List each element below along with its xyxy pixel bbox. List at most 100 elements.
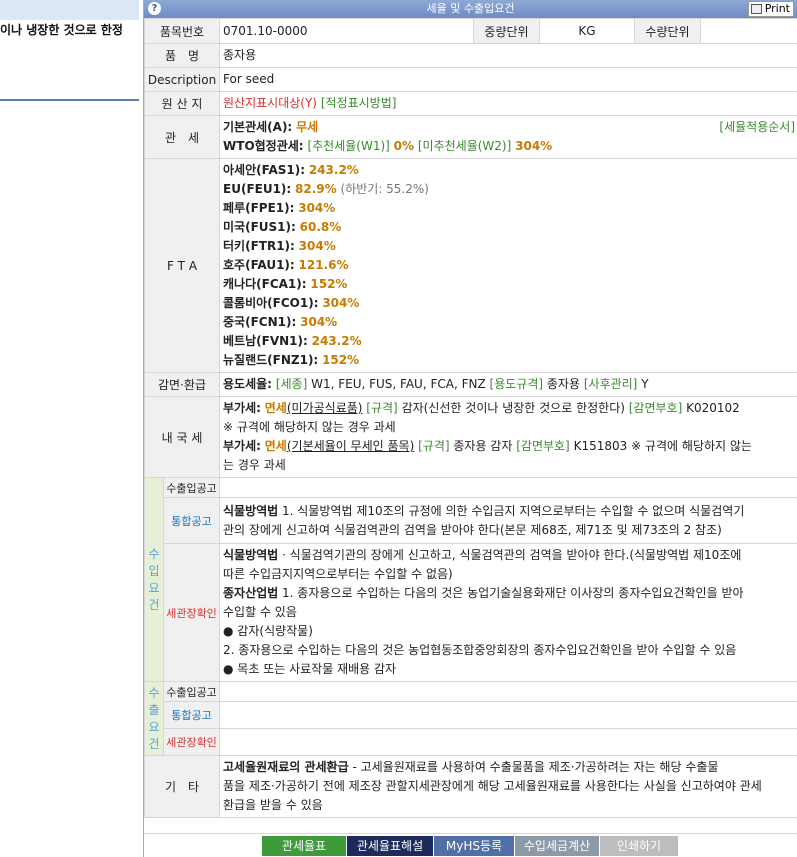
qty-unit-value xyxy=(700,18,797,44)
fta-item: 캐나다(FCA1): 152% xyxy=(223,277,348,291)
post-management-value: Y xyxy=(641,377,649,391)
window-title: 세율 및 수출입요건 xyxy=(426,2,515,15)
vat2-value: 면세 xyxy=(264,439,287,453)
fta-item: 베트남(FVN1): 243.2% xyxy=(223,334,362,348)
origin-method-link[interactable]: [적정표시방법] xyxy=(321,96,397,110)
fta-item: 터키(FTR1): 304% xyxy=(223,239,336,253)
vat2-note-b: 는 경우 과세 xyxy=(223,458,286,472)
import-requirements-side-label: 수 입 요 건 xyxy=(144,477,164,682)
qty-unit-label: 수량단위 xyxy=(634,18,702,44)
background-text: 이나 냉장한 것으로 한정 xyxy=(0,23,123,37)
vat1-spec-label: [규격] xyxy=(366,401,398,415)
window-titlebar: ? 세율 및 수출입요건 Print xyxy=(144,0,797,18)
integrated-text-b: 관의 장에게 신고하여 식물검역관의 검역을 받아야 한다(본문 제68조, 제… xyxy=(223,522,722,537)
c2-bullet-1: ● 감자(식량작물) xyxy=(223,624,313,638)
export-customs-confirmation-label[interactable]: 세관장확인 xyxy=(162,728,221,756)
vat1-note: ※ 규격에 해당하지 않는 경우 과세 xyxy=(223,420,396,434)
plant-protection-act-title: 식물방역법 xyxy=(223,503,279,518)
tariff-order-link[interactable]: [세율적용순서] xyxy=(719,118,795,137)
etc-title: 고세율원재료의 관세환급 xyxy=(223,760,349,774)
tariff-cell: 기본관세(A): 무세 [세율적용순서] WTO협정관세: [추천세율(W1)]… xyxy=(219,115,797,159)
wto-w1-label: [추천세율(W1)] xyxy=(307,139,390,153)
fta-item: 미국(FUS1): 60.8% xyxy=(223,220,342,234)
export-integrated-notice-label[interactable]: 통합공고 xyxy=(162,701,221,729)
origin-value: 원산지표시대상(Y) xyxy=(223,96,317,110)
vat2-code-label: [감면부호] xyxy=(516,439,570,453)
background-panel: 이나 냉장한 것으로 한정 xyxy=(0,0,139,857)
vat1-code: K020102 xyxy=(686,401,740,415)
description-label: Description xyxy=(143,67,221,92)
domestic-tax-cell: 부가세: 면세(미가공식료품) [규격] 감자(신선한 것이나 냉장한 것으로 … xyxy=(219,396,797,478)
print-button[interactable]: Print xyxy=(747,1,794,17)
fta-item: 호주(FAU1): 121.6% xyxy=(223,258,349,272)
tariff-table-button[interactable]: 관세율표 xyxy=(262,836,346,856)
origin-cell: 원산지표시대상(Y) [적정표시방법] xyxy=(219,91,797,116)
c1-text-b: 따른 수입금지지역으로부터는 수입할 수 없음) xyxy=(223,567,453,581)
import-customs-confirmation-cell: 식물방역법 · 식물검역기관의 장에게 신고하고, 식물검역관의 검역을 받아야… xyxy=(219,543,797,682)
help-icon[interactable]: ? xyxy=(148,2,161,15)
tariff-info-table: 품목번호 0701.10-0000 중량단위 KG 수량단위 품 명 종자용 D… xyxy=(143,18,797,818)
myhs-register-button[interactable]: MyHS등록 xyxy=(434,836,514,856)
etc-cell: 고세율원재료의 관세환급 - 고세율원재료를 사용하여 수출물품을 제조·가공하… xyxy=(219,755,797,818)
weight-unit-label: 중량단위 xyxy=(473,18,541,44)
import-notice-label: 수출입공고 xyxy=(162,477,221,498)
fta-item: 페루(FPE1): 304% xyxy=(223,201,336,215)
rate-type-label: [세종] xyxy=(275,377,308,391)
basic-tariff-value: 무세 xyxy=(296,120,319,134)
product-code: 0701.10-0000 xyxy=(219,18,475,44)
fta-item: 콜롬비아(FCO1): 304% xyxy=(223,296,360,310)
etc-text-b: 품을 제조·가공하기 전에 제조장 관할지세관장에게 해당 고세율원재료를 사용… xyxy=(223,779,762,793)
etc-text-c: 환급을 받을 수 있음 xyxy=(223,798,323,812)
export-customs-confirmation-value xyxy=(219,728,797,756)
fta-item: 아세안(FAS1): 243.2% xyxy=(223,163,359,177)
wto-w2-label: [미추천세율(W2)] xyxy=(417,139,512,153)
basic-tariff-label: 기본관세(A): xyxy=(223,120,293,134)
import-integrated-notice-label[interactable]: 통합공고 xyxy=(162,497,221,544)
fta-item: EU(FEU1): 82.9% (하반기: 55.2%) xyxy=(223,182,429,196)
rate-type-value: W1, FEU, FUS, FAU, FCA, FNZ xyxy=(311,377,486,391)
vat1-label: 부가세: xyxy=(223,401,261,415)
code-label: 품목번호 xyxy=(143,18,221,44)
usage-rate-label: 용도세율: xyxy=(223,377,272,391)
export-integrated-notice-value xyxy=(219,701,797,729)
c1-text-a: · 식물검역기관의 장에게 신고하고, 식물검역관의 검역을 받아야 한다.(식… xyxy=(282,548,742,562)
export-notice-label: 수출입공고 xyxy=(162,681,221,702)
c2-bullet-2: ● 목초 또는 사료작물 재배용 감자 xyxy=(223,662,397,676)
import-tax-calc-button[interactable]: 수입세금계산 xyxy=(515,836,599,856)
c1-title: 식물방역법 xyxy=(223,548,279,562)
background-divider xyxy=(0,99,139,101)
vat2-note-a: ※ 규격에 해당하지 않는 xyxy=(631,439,752,453)
vat2-spec-label: [규격] xyxy=(418,439,450,453)
print-page-button[interactable]: 인쇄하기 xyxy=(600,836,678,856)
fta-label: F T A xyxy=(143,158,221,373)
import-integrated-notice-cell: 식물방역법 1. 식물방역법 제10조의 규정에 의한 수입금지 지역으로부터는… xyxy=(219,497,797,544)
vat2-link[interactable]: (기본세율이 무세인 품목) xyxy=(287,439,414,453)
vat1-link[interactable]: (미가공식료품) xyxy=(287,401,363,415)
post-management-label: [사후관리] xyxy=(583,377,638,391)
background-header-strip xyxy=(0,0,139,20)
reduction-cell: 용도세율: [세종] W1, FEU, FUS, FAU, FCA, FNZ [… xyxy=(219,372,797,397)
export-requirements-side-label: 수 출 요 건 xyxy=(144,681,164,756)
vat2-code: K151803 xyxy=(573,439,628,453)
c2-title: 종자산업법 xyxy=(223,586,279,600)
usage-spec-label: [용도규격] xyxy=(489,377,544,391)
bottom-button-bar: 관세율표 관세율표해설 MyHS등록 수입세금계산 인쇄하기 xyxy=(144,833,797,857)
vat2-spec: 종자용 감자 xyxy=(453,439,513,453)
wto-w2-value: 304% xyxy=(515,139,553,153)
fta-item: 뉴질랜드(FNZ1): 152% xyxy=(223,353,360,367)
tariff-table-explanation-button[interactable]: 관세율표해설 xyxy=(347,836,433,856)
c2-text-b: 수입할 수 있음 xyxy=(223,605,297,619)
etc-label: 기 타 xyxy=(143,755,221,818)
wto-w1-value: 0% xyxy=(393,139,415,153)
tariff-label: 관 세 xyxy=(143,115,221,159)
tariff-popup-window: ? 세율 및 수출입요건 Print 품목번호 0701.10-0000 중량단… xyxy=(143,0,797,857)
wto-tariff-label: WTO협정관세: xyxy=(223,139,304,153)
c2-text-c: 2. 종자용으로 수입하는 다음의 것은 농업협동조합중앙회장의 종자수입요건확… xyxy=(223,643,737,657)
weight-unit-value: KG xyxy=(539,18,636,44)
print-label: Print xyxy=(764,2,790,15)
usage-spec-value: 종자용 xyxy=(546,377,581,391)
domestic-tax-label: 내 국 세 xyxy=(143,396,221,478)
import-customs-confirmation-label[interactable]: 세관장확인 xyxy=(162,543,221,682)
export-notice-value xyxy=(219,681,797,702)
reduction-label: 감면·환급 xyxy=(143,372,221,397)
